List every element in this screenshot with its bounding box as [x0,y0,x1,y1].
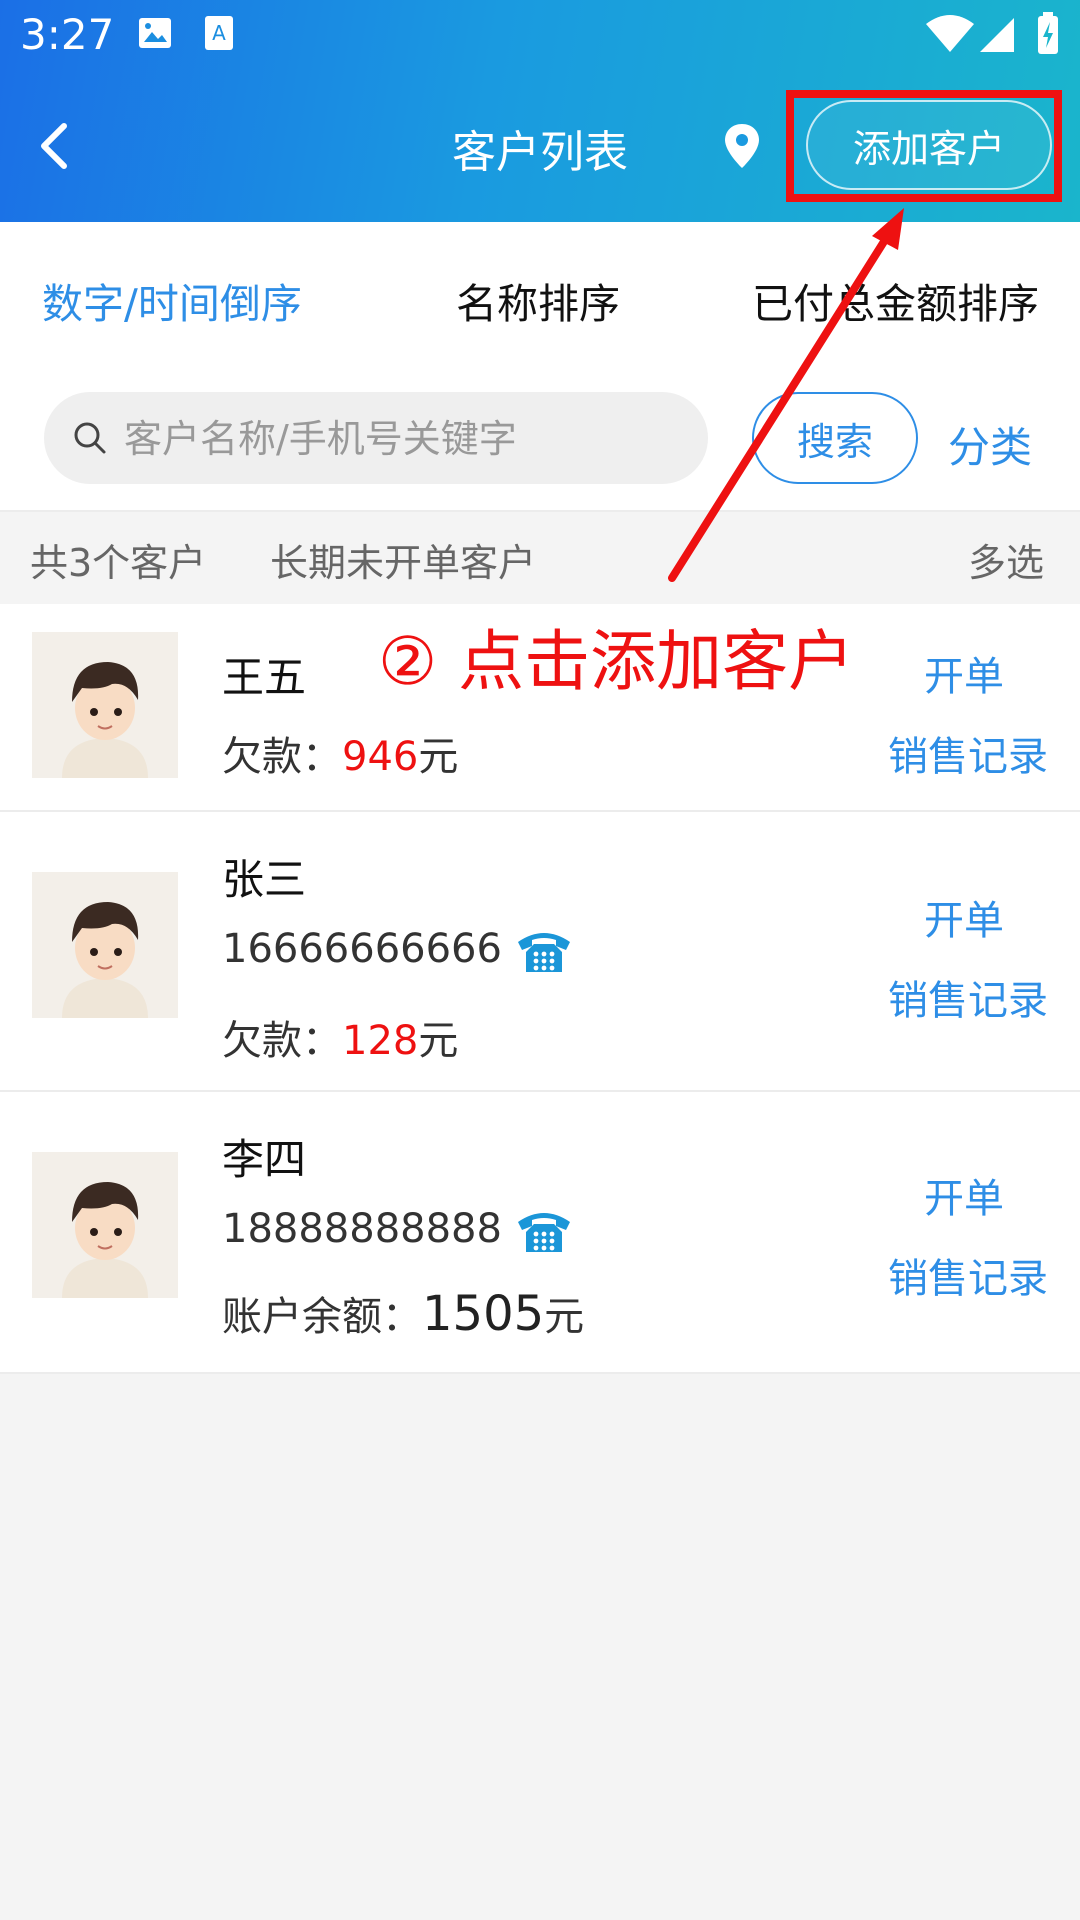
inactive-customers-filter[interactable]: 长期未开单客户 [270,532,536,587]
avatar [32,872,178,1018]
customer-name: 王五 [222,653,307,702]
sales-record-button[interactable]: 销售记录 [888,968,1048,1026]
info-unit: 元 [544,1294,585,1340]
info-value: 1505 [422,1286,545,1342]
customer-phone-row: 18888888888 [222,1206,572,1254]
customer-phone: 16666666666 [222,926,502,972]
sort-tab-paid-total[interactable]: 已付总金额排序 [752,270,1039,330]
multi-select-button[interactable]: 多选 [968,532,1044,587]
customer-count: 共3个客户 [30,541,207,585]
sales-record-button[interactable]: 销售记录 [888,724,1048,782]
avatar-boy-icon [62,902,148,1018]
customer-name: 李四 [222,1135,307,1184]
category-button[interactable]: 分类 [948,414,1032,475]
customer-card[interactable]: 李四 18888888888 账户余额：1505元 开单 销售记录 [0,1092,1080,1374]
tutorial-annotation: ② 点击添加客户 [378,623,855,700]
info-value: 946 [342,734,419,780]
customer-phone: 18888888888 [222,1206,502,1252]
info-label: 欠款： [222,734,342,780]
avatar [32,632,178,778]
customer-name: 张三 [222,855,307,904]
status-time: 3:27 [20,10,115,59]
customer-debt: 欠款：128元 [222,1008,458,1066]
customer-balance: 账户余额：1505元 [222,1284,584,1342]
customer-phone-row: 16666666666 [222,926,572,974]
location-pin-icon[interactable] [722,122,762,170]
search-button[interactable]: 搜索 [752,392,918,484]
image-notification-icon [139,18,171,48]
open-order-button[interactable]: 开单 [924,1166,1004,1224]
avatar [32,1152,178,1298]
sales-record-button[interactable]: 销售记录 [888,1246,1048,1304]
filter-row: 共3个客户 长期未开单客户 多选 [0,512,1080,604]
telephone-icon[interactable] [516,1208,572,1254]
avatar-boy-icon [62,662,148,778]
sort-tab-number-time[interactable]: 数字/时间倒序 [42,270,302,330]
wifi-icon [926,15,974,52]
customer-card[interactable]: 张三 16666666666 欠款：128元 开单 销售记录 [0,812,1080,1092]
telephone-icon[interactable] [516,928,572,974]
info-unit: 元 [418,734,459,780]
search-row: 搜索 分类 [0,374,1080,512]
avatar-boy-icon [62,1182,148,1298]
open-order-button[interactable]: 开单 [924,888,1004,946]
battery-icon [1038,12,1058,54]
search-icon [74,422,106,454]
sort-bar: 数字/时间倒序 名称排序 已付总金额排序 [0,222,1080,374]
info-label: 欠款： [222,1018,342,1064]
open-order-button[interactable]: 开单 [924,644,1004,702]
sort-tab-name[interactable]: 名称排序 [456,270,620,330]
highlight-box [786,90,1062,202]
customer-debt: 欠款：946元 [222,724,458,782]
info-label: 账户余额： [222,1294,422,1340]
a-notification-icon: A [205,16,233,50]
info-unit: 元 [418,1018,459,1064]
search-box [44,392,708,486]
info-value: 128 [342,1018,419,1064]
signal-icon [980,18,1014,52]
svg-text:A: A [212,21,226,45]
search-input[interactable] [122,392,686,486]
status-bar: 3:27 A [0,0,1080,72]
